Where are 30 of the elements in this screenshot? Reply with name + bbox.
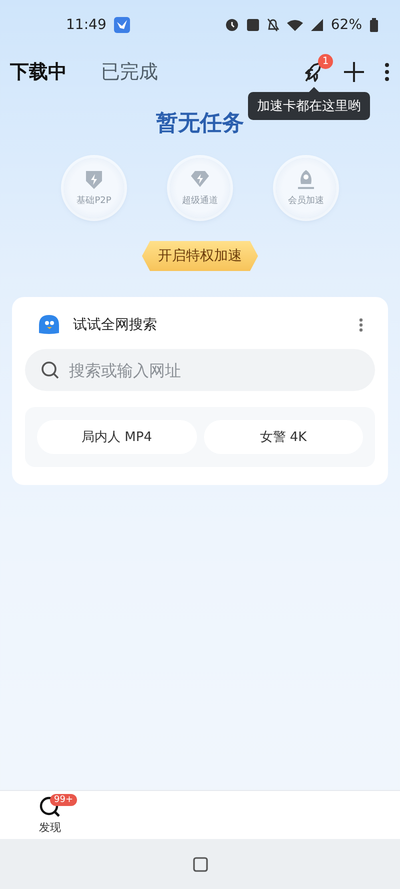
suggestion-chip[interactable]: 女警 4K [204, 420, 363, 454]
suggestion-chip[interactable]: 局内人 MP4 [37, 420, 196, 454]
app-bird-icon [114, 17, 130, 33]
muted-bell-icon [266, 17, 279, 33]
mascot-icon [37, 313, 61, 337]
count-badge: 99+ [50, 794, 77, 806]
recents-icon[interactable] [192, 856, 208, 872]
more-icon[interactable] [384, 62, 390, 82]
feature-badge: 超级通道 [170, 158, 230, 218]
tooltip: 加速卡都在这里哟 [248, 92, 370, 120]
wifi-icon [286, 18, 303, 32]
battery-percent: 62% [330, 17, 362, 33]
battery-icon [370, 18, 378, 32]
search-field[interactable]: 搜索或输入网址 [25, 349, 375, 391]
feature-badge: 基础P2P [64, 158, 124, 218]
boost-button[interactable]: 开启特权加速 [142, 241, 258, 271]
plus-icon[interactable] [344, 62, 364, 82]
rocket-icon [295, 169, 317, 191]
signal-icon [310, 17, 323, 33]
notification-badge: 1 [318, 54, 333, 69]
feature-badge: 会员加速 [276, 158, 336, 218]
empty-state-title: 暂无任务 [156, 110, 244, 138]
card-title: 试试全网搜索 [73, 316, 158, 334]
tab[interactable]: 下载中 [10, 59, 67, 85]
tooltip-pointer-icon [309, 87, 319, 92]
alarm-icon [224, 17, 239, 33]
tab[interactable]: 已完成 [101, 59, 158, 85]
shield-icon [83, 169, 105, 191]
search-icon [41, 361, 59, 379]
clock: 11:49 [66, 17, 106, 33]
